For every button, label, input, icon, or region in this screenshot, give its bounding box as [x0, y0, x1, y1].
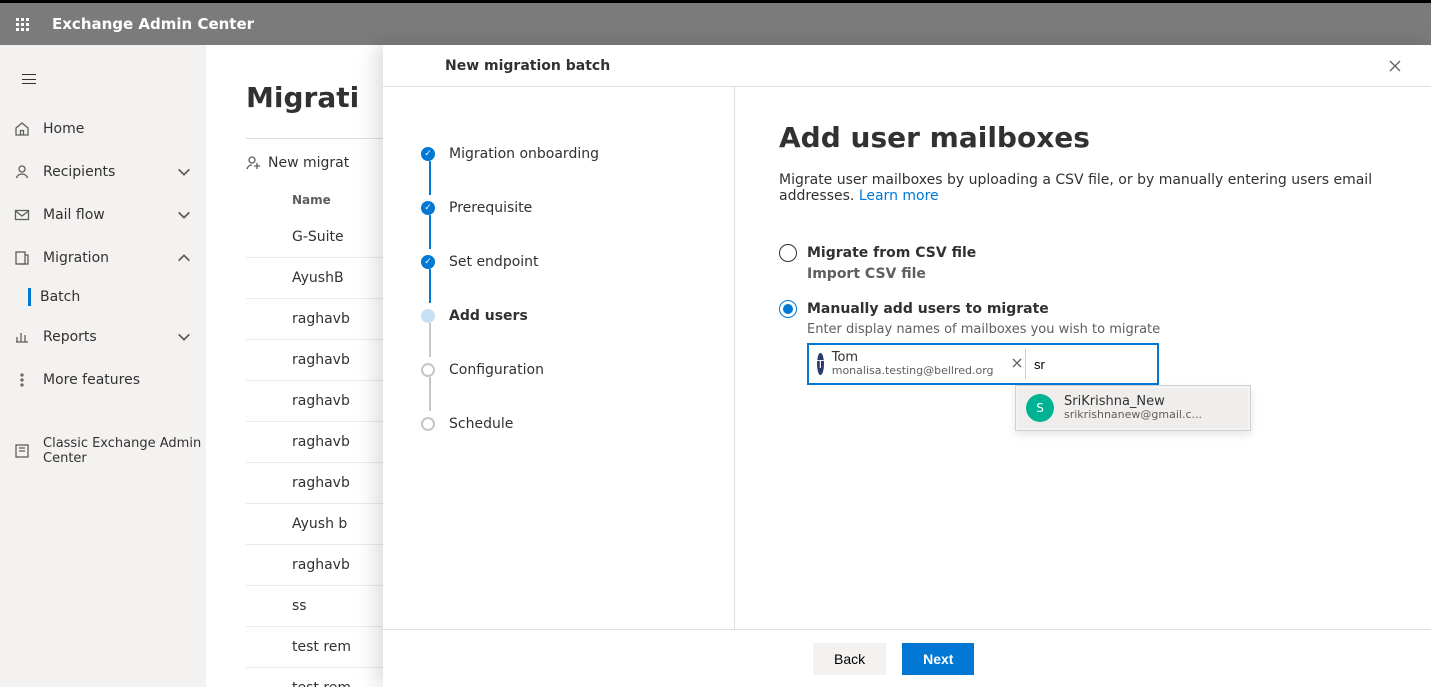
- migration-icon: [14, 250, 30, 266]
- person-icon: [14, 164, 30, 180]
- chevron-down-icon: [176, 207, 192, 223]
- app-launcher-icon[interactable]: [0, 3, 44, 45]
- nav-label: Classic Exchange Admin Center: [43, 436, 206, 466]
- step-prerequisite[interactable]: ✓ Prerequisite: [421, 181, 734, 235]
- user-search-input[interactable]: [1025, 349, 1155, 379]
- chart-icon: [14, 329, 30, 345]
- more-icon: [14, 372, 30, 388]
- user-picker[interactable]: T Tom monalisa.testing@bellred.org S: [807, 343, 1159, 385]
- step-onboarding[interactable]: ✓ Migration onboarding: [421, 127, 734, 181]
- nav-home[interactable]: Home: [0, 107, 206, 150]
- step-configuration[interactable]: Configuration: [421, 343, 734, 397]
- nav-label: Home: [43, 121, 84, 137]
- chevron-down-icon: [176, 164, 192, 180]
- radio-csv[interactable]: [779, 244, 797, 262]
- nav-label: More features: [43, 372, 140, 388]
- nav-more[interactable]: More features: [0, 358, 206, 401]
- panel-footer: Back Next: [383, 629, 1431, 687]
- learn-more-link[interactable]: Learn more: [859, 188, 939, 204]
- panel-header: New migration batch: [383, 45, 1431, 87]
- close-icon: [1388, 59, 1402, 73]
- suggestion-name: SriKrishna_New: [1064, 395, 1202, 409]
- migration-panel: New migration batch ✓ Migration onboardi…: [383, 45, 1431, 687]
- exchange-icon: [14, 443, 30, 459]
- remove-chip-button[interactable]: [1008, 353, 1026, 376]
- nav-classic[interactable]: Classic Exchange Admin Center: [0, 429, 206, 472]
- panel-title: New migration batch: [445, 58, 610, 74]
- nav-label: Recipients: [43, 164, 115, 180]
- user-chip: T Tom monalisa.testing@bellred.org: [811, 347, 1021, 381]
- step-add-users[interactable]: Add users: [421, 289, 734, 343]
- nav-label: Reports: [43, 329, 97, 345]
- option-csv[interactable]: Migrate from CSV file: [779, 244, 1387, 262]
- next-button[interactable]: Next: [902, 643, 974, 675]
- chevron-up-icon: [176, 250, 192, 266]
- title-bar: Exchange Admin Center: [0, 3, 1431, 45]
- mail-icon: [14, 207, 30, 223]
- nav-recipients[interactable]: Recipients: [0, 150, 206, 193]
- content-heading: Add user mailboxes: [779, 121, 1387, 154]
- wizard-steps: ✓ Migration onboarding ✓ Prerequisite ✓ …: [383, 87, 735, 629]
- content-description: Migrate user mailboxes by uploading a CS…: [779, 172, 1387, 204]
- suggestion-item[interactable]: S SriKrishna_New srikrishnanew@gmail.c..…: [1018, 388, 1248, 428]
- radio-manual[interactable]: [779, 300, 797, 318]
- chevron-down-icon: [176, 329, 192, 345]
- back-button[interactable]: Back: [813, 643, 886, 675]
- chip-email: monalisa.testing@bellred.org: [832, 365, 994, 377]
- avatar: T: [817, 353, 824, 375]
- add-user-icon: [246, 155, 262, 171]
- step-schedule[interactable]: Schedule: [421, 397, 734, 451]
- nav-reports[interactable]: Reports: [0, 315, 206, 358]
- avatar: S: [1026, 394, 1054, 422]
- close-button[interactable]: [1379, 50, 1411, 82]
- nav-label: Mail flow: [43, 207, 105, 223]
- app-title: Exchange Admin Center: [52, 15, 254, 33]
- nav-label: Migration: [43, 250, 109, 266]
- suggestion-email: srikrishnanew@gmail.c...: [1064, 409, 1202, 421]
- close-icon: [1012, 358, 1022, 368]
- panel-content: Add user mailboxes Migrate user mailboxe…: [735, 87, 1431, 629]
- toolbar-label[interactable]: New migrat: [268, 155, 349, 171]
- nav-collapse-button[interactable]: [0, 63, 206, 95]
- suggestion-dropdown: S SriKrishna_New srikrishnanew@gmail.c..…: [1015, 385, 1251, 431]
- nav-migration[interactable]: Migration: [0, 236, 206, 279]
- manual-hint: Enter display names of mailboxes you wis…: [807, 322, 1387, 337]
- nav-label: Batch: [40, 289, 80, 305]
- option-manual[interactable]: Manually add users to migrate: [779, 300, 1387, 318]
- chip-name: Tom: [832, 351, 994, 365]
- nav-mailflow[interactable]: Mail flow: [0, 193, 206, 236]
- step-endpoint[interactable]: ✓ Set endpoint: [421, 235, 734, 289]
- home-icon: [14, 121, 30, 137]
- left-nav: Home Recipients Mail flow Migration Batc…: [0, 45, 206, 687]
- import-csv-label: Import CSV file: [807, 266, 1387, 282]
- nav-batch[interactable]: Batch: [0, 279, 206, 315]
